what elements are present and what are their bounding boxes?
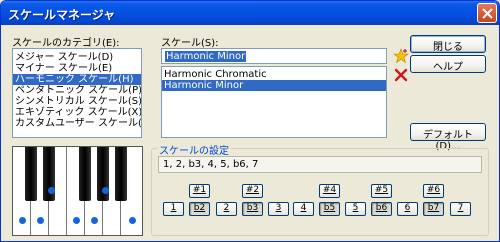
scale-item-harmonic-minor[interactable]: Harmonic Minor — [162, 80, 386, 91]
scale-note-dot — [48, 187, 55, 194]
black-key[interactable] — [115, 147, 127, 201]
degree-label: 6 — [404, 203, 411, 213]
scale-manager-window: スケールマネージャ スケールのカテゴリ(E): メジャー スケール(D) マイナ… — [0, 0, 500, 242]
scale-note-dot — [102, 187, 109, 194]
degree-b6-button[interactable]: b6 — [371, 202, 392, 216]
degree-label: b2 — [193, 203, 206, 213]
star-add-icon — [393, 48, 409, 64]
degree-4-button[interactable]: 4 — [293, 202, 314, 216]
scale-formula-field: 1, 2, b3, 4, 5, b6, 7 — [158, 156, 482, 173]
category-item-harmonic[interactable]: ハーモニック スケール(H) — [13, 74, 141, 85]
scale-note-dot — [129, 217, 136, 224]
category-item-custom[interactable]: カスタムユーザー スケール(U) — [13, 118, 141, 129]
degree-label: b5 — [323, 203, 336, 213]
scale-note-dot — [37, 217, 44, 224]
degree-b5-button[interactable]: b5 — [319, 202, 340, 216]
degree-label: 7 — [457, 203, 464, 213]
categories-listbox[interactable]: メジャー スケール(D) マイナー スケール(E) ハーモニック スケール(H)… — [12, 48, 142, 138]
sharp-2-button[interactable]: #2 — [242, 184, 263, 198]
sharp-1-label: #1 — [192, 185, 207, 195]
scale-note-dot — [19, 217, 26, 224]
close-window-button[interactable] — [477, 3, 497, 23]
category-item-exotic[interactable]: エキゾティック スケール(X) — [13, 107, 141, 118]
scale-settings-title: スケールの設定 — [157, 142, 231, 157]
add-scale-button[interactable] — [393, 48, 409, 64]
help-button-label: ヘルプ — [433, 62, 463, 73]
degree-7-button[interactable]: 7 — [450, 202, 471, 216]
scale-note-dot — [73, 217, 80, 224]
sharp-4-label: #4 — [322, 185, 337, 195]
scale-note-dot — [91, 217, 98, 224]
default-button[interactable]: デフォルト(D)... — [410, 123, 486, 152]
degree-label: 1 — [170, 203, 177, 213]
black-key[interactable] — [79, 147, 91, 201]
category-item-pentatonic[interactable]: ペンタトニック スケール(P) — [13, 85, 141, 96]
category-item-minor[interactable]: マイナー スケール(E) — [13, 63, 141, 74]
scale-item-harmonic-chromatic[interactable]: Harmonic Chromatic — [162, 69, 386, 80]
sharp-5-label: #5 — [374, 185, 389, 195]
degree-5-button[interactable]: 5 — [345, 202, 366, 216]
degree-label: b6 — [375, 203, 388, 213]
scales-listbox[interactable]: Harmonic Chromatic Harmonic Minor — [161, 66, 387, 138]
degree-label: 3 — [275, 203, 282, 213]
red-x-icon — [394, 68, 408, 82]
degree-b7-button[interactable]: b7 — [423, 202, 444, 216]
degree-1-button[interactable]: 1 — [163, 202, 184, 216]
scale-formula: 1, 2, b3, 4, 5, b6, 7 — [163, 159, 259, 170]
sharp-4-button[interactable]: #4 — [319, 184, 340, 198]
title-bar[interactable]: スケールマネージャ — [1, 1, 499, 25]
sharp-6-label: #6 — [426, 185, 441, 195]
degree-label: 2 — [223, 203, 230, 213]
delete-scale-button[interactable] — [393, 67, 409, 83]
degree-label: b3 — [246, 203, 259, 213]
close-icon — [482, 8, 493, 19]
degree-2-button[interactable]: 2 — [216, 202, 237, 216]
degree-label: 4 — [300, 203, 307, 213]
degree-b2-button[interactable]: b2 — [189, 202, 210, 216]
window-title: スケールマネージャ — [8, 8, 116, 22]
category-item-major[interactable]: メジャー スケール(D) — [13, 52, 141, 63]
sharp-1-button[interactable]: #1 — [189, 184, 210, 198]
category-item-symmetrical[interactable]: シンメトリカル スケール(S) — [13, 96, 141, 107]
piano-keyboard[interactable] — [12, 146, 143, 236]
degree-3-button[interactable]: 3 — [268, 202, 289, 216]
close-button-label: 閉じる — [433, 42, 463, 53]
degree-6-button[interactable]: 6 — [397, 202, 418, 216]
sharp-2-label: #2 — [245, 185, 260, 195]
categories-label: スケールのカテゴリ(E): — [12, 38, 120, 49]
help-button[interactable]: ヘルプ — [410, 55, 486, 73]
black-key[interactable] — [25, 147, 37, 201]
scale-name-input[interactable]: Harmonic Minor — [161, 48, 387, 64]
scales-label: スケール(S): — [161, 38, 219, 49]
sharp-5-button[interactable]: #5 — [371, 184, 392, 198]
degree-b3-button[interactable]: b3 — [242, 202, 263, 216]
degree-label: b7 — [427, 203, 440, 213]
sharp-6-button[interactable]: #6 — [423, 184, 444, 198]
scale-name-value: Harmonic Minor — [165, 51, 247, 62]
close-button[interactable]: 閉じる — [410, 35, 486, 53]
degree-label: 5 — [352, 203, 359, 213]
